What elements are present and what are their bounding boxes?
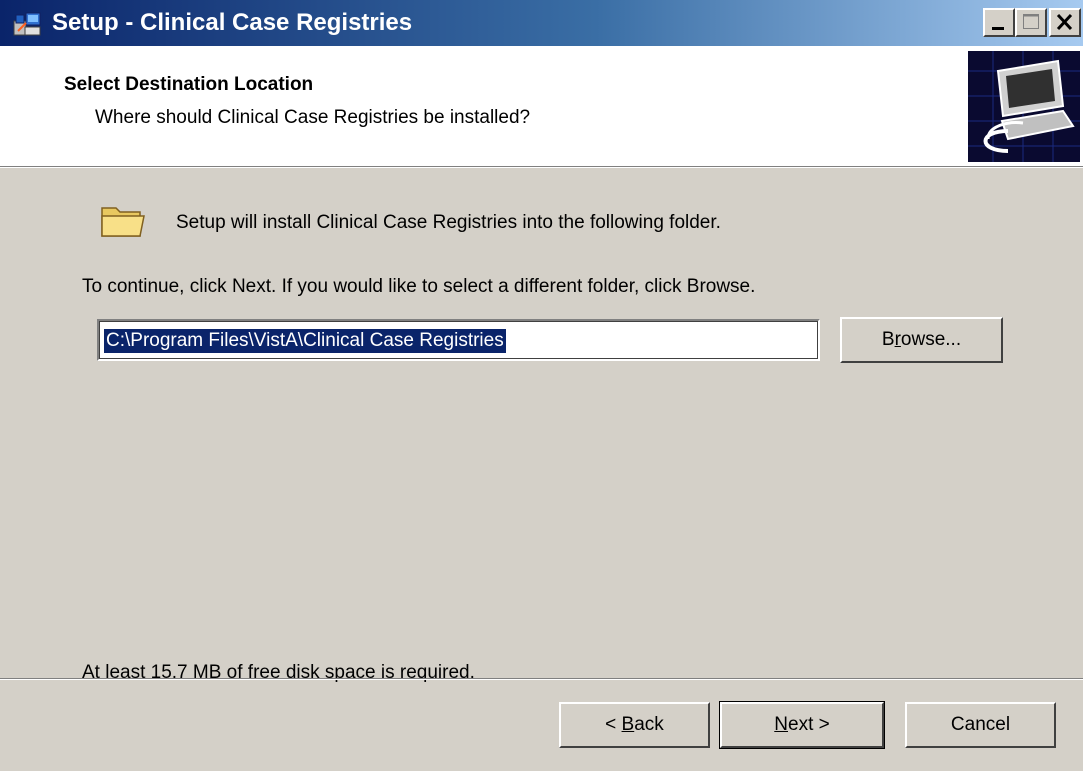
- disk-space-text: At least 15.7 MB of free disk space is r…: [82, 662, 475, 683]
- maximize-button[interactable]: [1015, 8, 1047, 37]
- computer-install-icon: [968, 51, 1080, 162]
- footer-separator: [0, 678, 1083, 680]
- next-button-label: Next >: [774, 714, 830, 735]
- close-button[interactable]: [1049, 8, 1081, 37]
- window-title: Setup - Clinical Case Registries: [52, 9, 413, 36]
- cancel-button[interactable]: Cancel: [905, 702, 1056, 748]
- setup-app-icon: [13, 12, 41, 36]
- minimize-icon: [992, 27, 1004, 30]
- maximize-icon: [1023, 14, 1039, 29]
- title-bar: Setup - Clinical Case Registries: [0, 0, 1083, 46]
- page-subtitle: Where should Clinical Case Registries be…: [95, 107, 531, 128]
- back-button-label: < Back: [605, 714, 664, 735]
- folder-icon: [101, 207, 145, 237]
- destination-path-value: C:\Program Files\VistA\Clinical Case Reg…: [104, 329, 506, 353]
- browse-button-label: Browse...: [881, 329, 962, 350]
- back-button[interactable]: < Back: [559, 702, 710, 748]
- browse-button[interactable]: Browse...: [840, 317, 1003, 363]
- install-location-text: Setup will install Clinical Case Registr…: [176, 212, 721, 233]
- header-separator: [0, 166, 1083, 168]
- next-button[interactable]: Next >: [719, 701, 885, 749]
- destination-path-input[interactable]: C:\Program Files\VistA\Clinical Case Reg…: [97, 319, 820, 361]
- minimize-button[interactable]: [983, 8, 1015, 37]
- page-title: Select Destination Location: [64, 74, 314, 95]
- close-icon: [1056, 13, 1073, 31]
- wizard-header: Select Destination Location Where should…: [0, 46, 1083, 166]
- cancel-button-label: Cancel: [950, 714, 1011, 735]
- continue-instruction-text: To continue, click Next. If you would li…: [82, 276, 756, 297]
